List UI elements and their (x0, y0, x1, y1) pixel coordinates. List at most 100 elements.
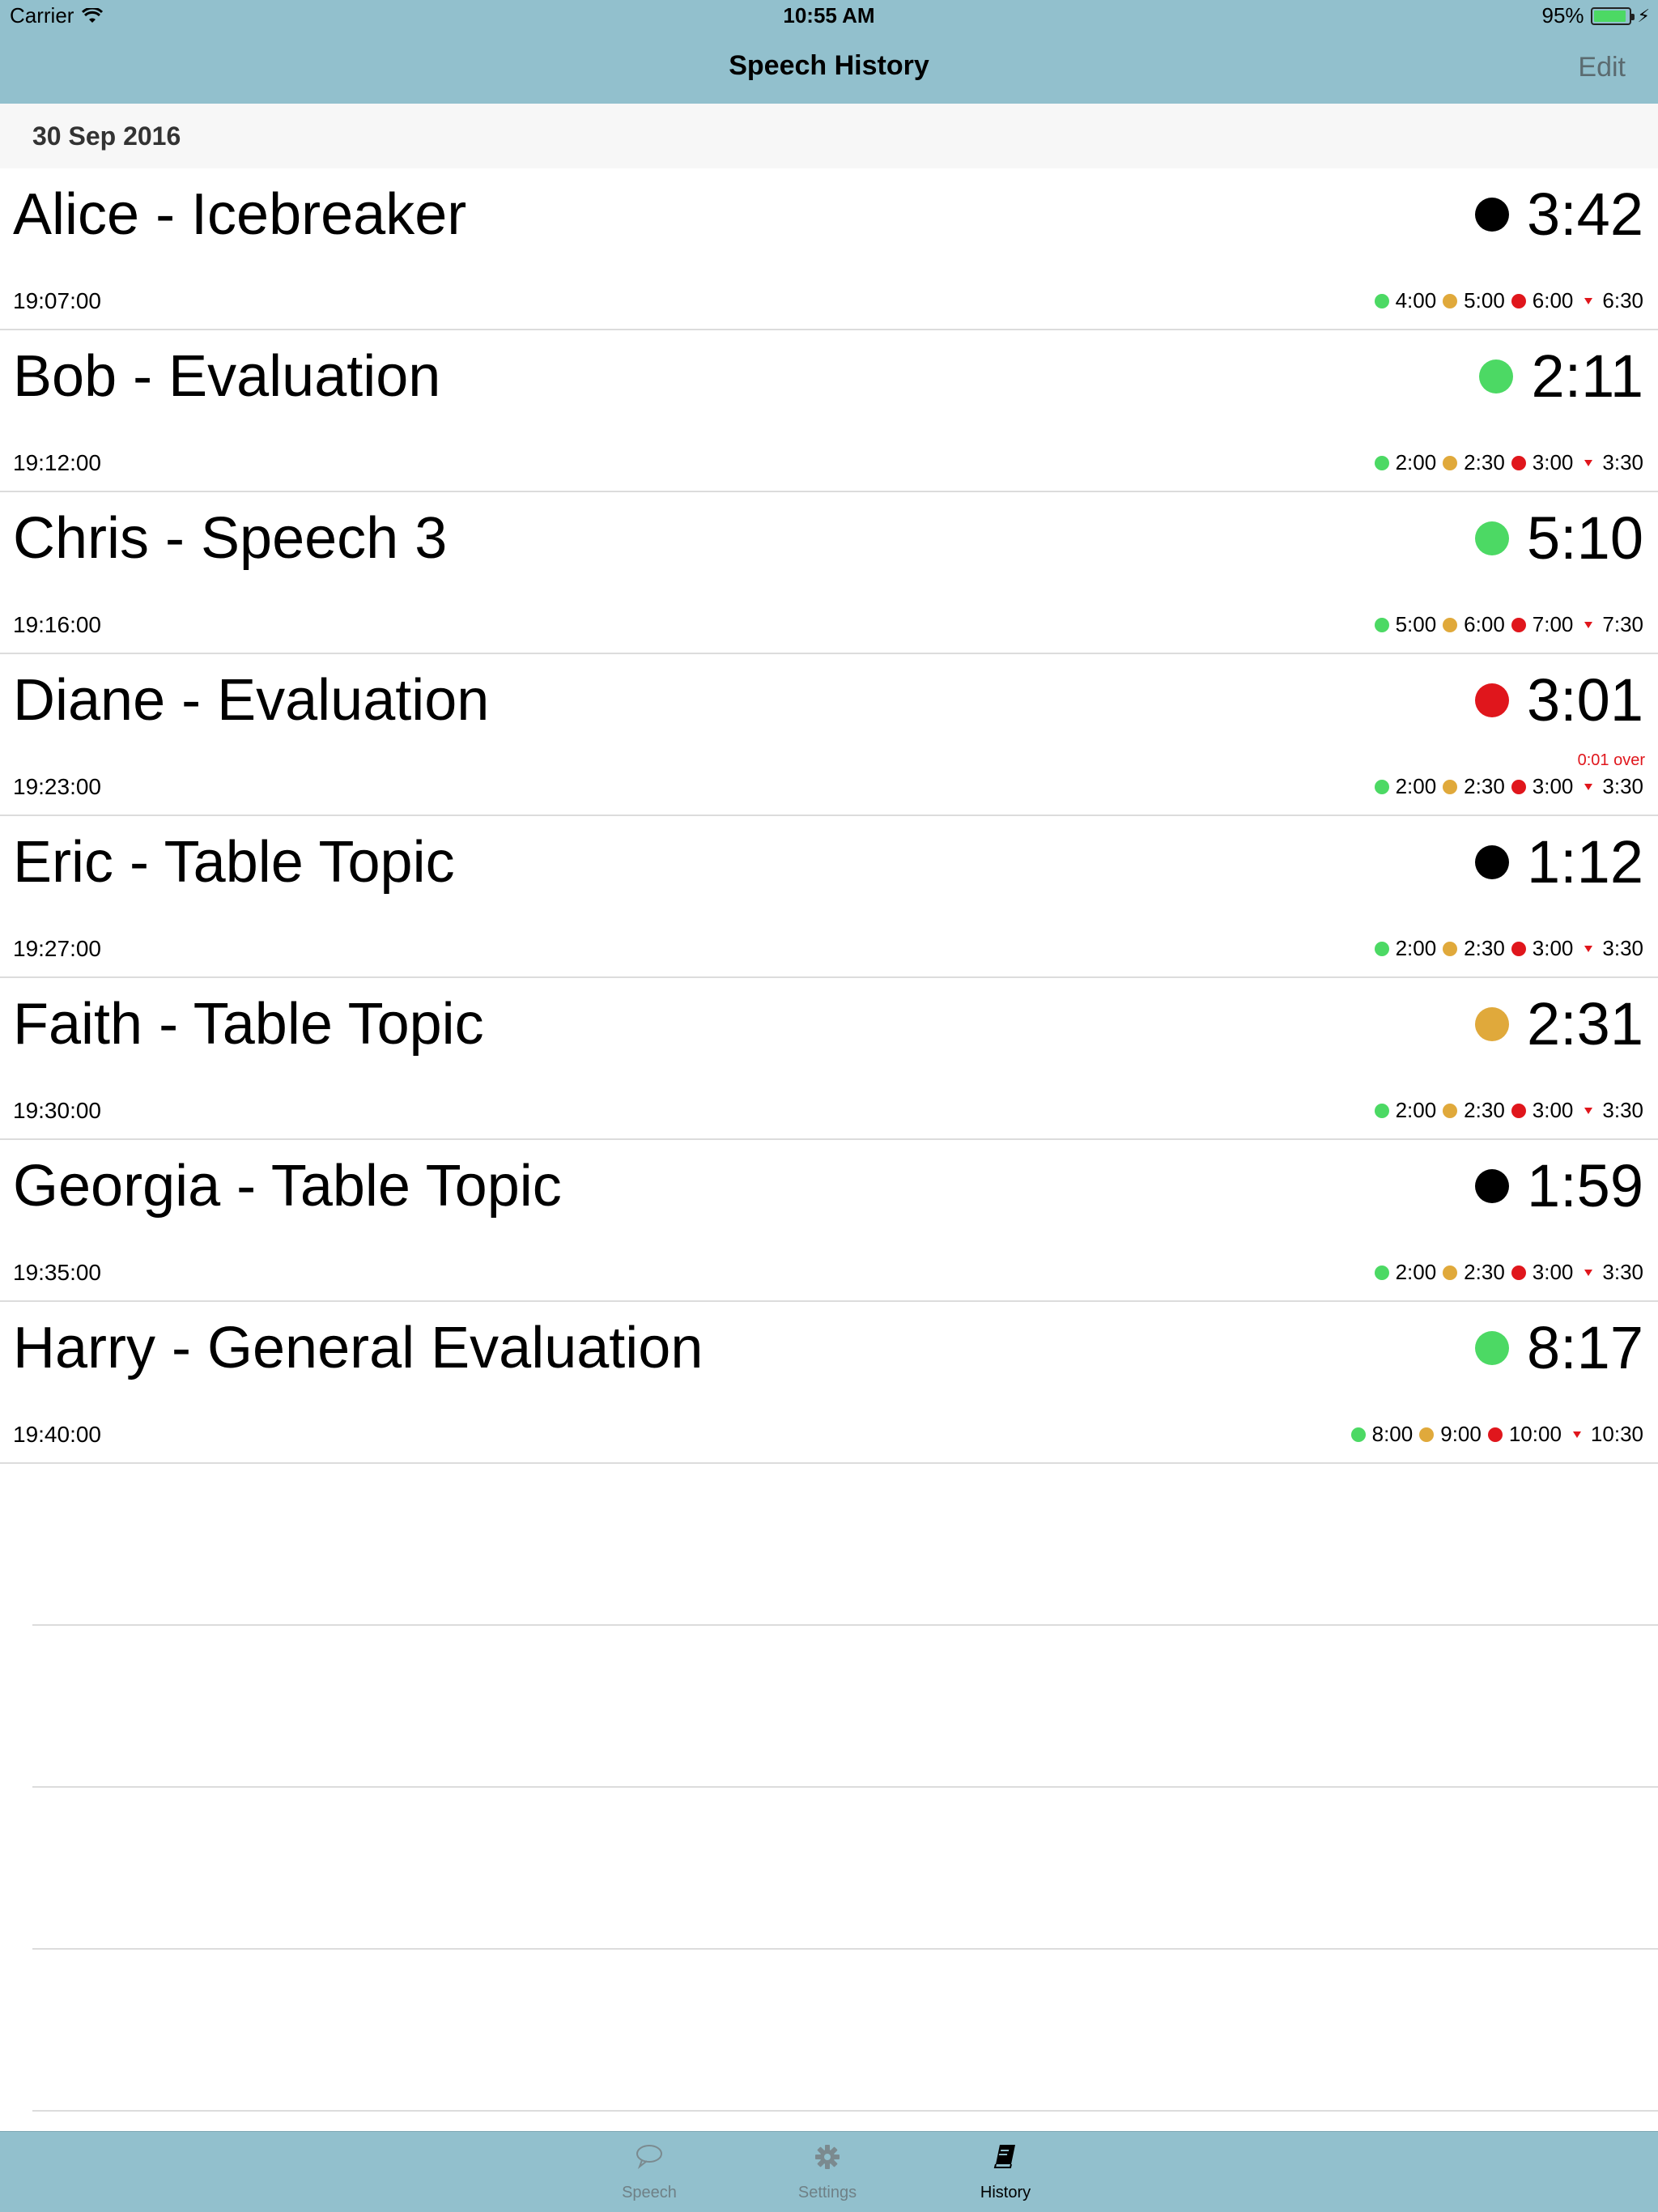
amber-time: 2:30 (1464, 774, 1505, 798)
speech-name: Faith - Table Topic (13, 992, 484, 1057)
gear-icon (815, 2145, 840, 2169)
green-time: 2:00 (1395, 1098, 1437, 1122)
red-time: 3:00 (1532, 936, 1574, 960)
max-time: 7:30 (1602, 612, 1643, 636)
time-marks: 2:00 2:30 3:00 3:30 (1374, 1260, 1643, 1285)
duration-group: 2:31 (1474, 989, 1643, 1058)
status-dot (1474, 683, 1509, 717)
book-icon (993, 2145, 1015, 2168)
status-dot (1474, 1006, 1509, 1041)
red-time: 6:00 (1532, 288, 1574, 313)
limit-marker-icon (1572, 1431, 1581, 1438)
green-dot (1374, 1103, 1389, 1118)
status-dot (1479, 359, 1514, 393)
red-time: 3:00 (1532, 1098, 1574, 1122)
time-marks: 2:00 2:30 3:00 3:30 (1374, 936, 1643, 961)
speech-list: Alice - Icebreaker 3:42 19:07:00 4:00 5:… (0, 168, 1658, 1464)
speech-row[interactable]: Georgia - Table Topic 1:59 19:35:00 2:00… (0, 1140, 1658, 1302)
red-time: 7:00 (1532, 612, 1574, 636)
duration-group: 8:17 (1474, 1313, 1643, 1382)
red-time: 3:00 (1532, 450, 1574, 474)
empty-row-separator (32, 1786, 1658, 1788)
start-time: 19:12:00 (13, 450, 101, 475)
red-dot (1511, 455, 1526, 470)
amber-dot (1419, 1427, 1435, 1442)
amber-dot (1443, 617, 1458, 632)
empty-row-separator (32, 2110, 1658, 2112)
speech-duration: 2:11 (1531, 342, 1643, 410)
duration-group: 2:11 (1479, 342, 1643, 410)
green-time: 8:00 (1371, 1422, 1414, 1446)
duration-group: 5:10 (1474, 504, 1643, 572)
speech-name: Chris - Speech 3 (13, 506, 448, 571)
max-time: 3:30 (1602, 1260, 1643, 1284)
max-time: 6:30 (1602, 288, 1643, 313)
status-dot (1474, 844, 1509, 879)
tab-bar: Speech Settings History (0, 2131, 1658, 2212)
speech-name: Eric - Table Topic (13, 830, 455, 895)
speech-row[interactable]: Faith - Table Topic 2:31 19:30:00 2:00 2… (0, 978, 1658, 1140)
limit-marker-icon (1584, 621, 1593, 628)
speech-row[interactable]: Diane - Evaluation 3:01 0:01 over 19:23:… (0, 654, 1658, 816)
edit-button[interactable]: Edit (1578, 52, 1626, 83)
speech-duration: 5:10 (1526, 504, 1643, 572)
green-dot (1374, 941, 1389, 956)
tab-history-label: History (980, 2184, 1031, 2201)
amber-dot (1443, 293, 1458, 308)
start-time: 19:30:00 (13, 1098, 101, 1123)
section-header: 30 Sep 2016 (0, 104, 1658, 168)
amber-dot (1443, 1103, 1458, 1118)
charging-icon: ⚡ (1637, 5, 1650, 26)
speech-row[interactable]: Alice - Icebreaker 3:42 19:07:00 4:00 5:… (0, 168, 1658, 330)
status-bar: Carrier 10:55 AM 95% ⚡ (0, 0, 1658, 32)
amber-time: 2:30 (1464, 450, 1505, 474)
speech-duration: 2:31 (1526, 990, 1643, 1057)
speech-row[interactable]: Harry - General Evaluation 8:17 19:40:00… (0, 1302, 1658, 1464)
speech-name: Georgia - Table Topic (13, 1154, 562, 1219)
amber-time: 6:00 (1464, 612, 1505, 636)
amber-time: 2:30 (1464, 936, 1505, 960)
red-time: 3:00 (1532, 774, 1574, 798)
speech-duration: 1:59 (1526, 1152, 1643, 1219)
amber-time: 2:30 (1464, 1098, 1505, 1122)
speech-row[interactable]: Eric - Table Topic 1:12 19:27:00 2:00 2:… (0, 816, 1658, 978)
start-time: 19:23:00 (13, 774, 101, 799)
amber-dot (1443, 941, 1458, 956)
max-time: 3:30 (1602, 936, 1643, 960)
tab-settings[interactable]: Settings (746, 2132, 908, 2212)
green-time: 2:00 (1395, 450, 1437, 474)
amber-time: 2:30 (1464, 1260, 1505, 1284)
green-time: 2:00 (1395, 936, 1437, 960)
green-dot (1350, 1427, 1366, 1442)
battery-status: 95% ⚡ (1542, 3, 1651, 28)
red-time: 3:00 (1532, 1260, 1574, 1284)
limit-marker-icon (1584, 945, 1593, 952)
top-bar: Carrier 10:55 AM 95% ⚡ Speech History Ed… (0, 0, 1658, 104)
limit-marker-icon (1584, 297, 1593, 304)
max-time: 10:30 (1590, 1422, 1643, 1446)
tab-speech[interactable]: Speech (568, 2132, 730, 2212)
red-dot (1487, 1427, 1503, 1442)
speech-row[interactable]: Chris - Speech 3 5:10 19:16:00 5:00 6:00… (0, 492, 1658, 654)
green-time: 4:00 (1395, 288, 1437, 313)
red-dot (1511, 779, 1526, 794)
status-dot (1474, 1168, 1509, 1203)
speech-name: Bob - Evaluation (13, 344, 441, 409)
duration-group: 3:01 (1474, 666, 1643, 734)
time-marks: 8:00 9:00 10:00 10:30 (1350, 1422, 1643, 1447)
speech-name: Diane - Evaluation (13, 668, 490, 733)
red-dot (1511, 293, 1526, 308)
start-time: 19:07:00 (13, 288, 101, 313)
amber-dot (1443, 1265, 1458, 1280)
green-dot (1374, 1265, 1389, 1280)
speech-bubble-icon (636, 2145, 662, 2169)
max-time: 3:30 (1602, 450, 1643, 474)
speech-row[interactable]: Bob - Evaluation 2:11 19:12:00 2:00 2:30… (0, 330, 1658, 492)
tab-history[interactable]: History (925, 2132, 1086, 2212)
empty-row-separator (32, 1948, 1658, 1950)
page-title: Speech History (729, 50, 929, 81)
green-time: 2:00 (1395, 1260, 1437, 1284)
speech-name: Alice - Icebreaker (13, 182, 467, 247)
duration-group: 3:42 (1474, 180, 1643, 249)
speech-duration: 3:01 (1526, 666, 1643, 734)
